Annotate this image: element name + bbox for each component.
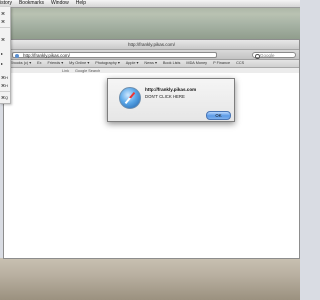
bookmark-item[interactable]: My Online ▾	[69, 60, 89, 67]
submenu-arrow[interactable]: ▸	[1, 51, 3, 56]
menu-separator	[0, 27, 10, 28]
menu-shortcut[interactable]: ⌘H	[1, 83, 8, 88]
menu-history[interactable]: istory	[0, 0, 12, 7]
browser-window: http://frankly.pikas.com/ http://frankly…	[3, 39, 300, 259]
menu-dropdown: ⌘ ⌘ ⌘ ▸ ▸ ⌘H ⌘H ⌘Q	[0, 7, 11, 104]
bookmark-item[interactable]: Ex	[37, 60, 41, 67]
compass-needle	[124, 91, 136, 105]
window-title: http://frankly.pikas.com/	[4, 40, 299, 50]
bookmark-item[interactable]: CCS	[236, 60, 244, 67]
menu-bookmarks[interactable]: Bookmarks	[19, 0, 44, 7]
submenu-arrow[interactable]: ▸	[1, 61, 3, 66]
menu-separator	[0, 91, 10, 92]
menu-shortcut[interactable]: ⌘H	[1, 75, 8, 80]
bookmark-item[interactable]: Ebooks (c) ▾	[10, 60, 31, 67]
bookmark-item[interactable]: Apple ▾	[126, 60, 139, 67]
bookmark-item[interactable]: Photography ▾	[95, 60, 120, 67]
menu-shortcut[interactable]: ⌘Q	[1, 95, 8, 100]
desktop-wallpaper-bottom	[0, 258, 300, 300]
bookmark-item[interactable]: Friends ▾	[48, 60, 64, 67]
safari-compass-icon	[119, 87, 141, 109]
site-icon	[15, 53, 19, 58]
ok-button[interactable]: OK	[206, 111, 231, 120]
bookmark-item[interactable]: News ▾	[144, 60, 156, 67]
menu-shortcut[interactable]: ⌘	[1, 11, 5, 16]
bookmark-item[interactable]: Book Lists	[163, 60, 181, 67]
dialog-message: DON'T CLICK HERE	[145, 94, 185, 99]
menu-shortcut[interactable]: ⌘	[1, 19, 5, 24]
bookmarks-bar: Ebooks (c) ▾ Ex Friends ▾ My Online ▾ Ph…	[4, 60, 299, 68]
search-icon	[255, 54, 260, 59]
browser-toolbar: http://frankly.pikas.com/ Google	[4, 50, 299, 60]
menu-help[interactable]: Help	[76, 0, 86, 7]
dialog-title: http://frankly.pikas.com	[145, 87, 197, 92]
alert-dialog: http://frankly.pikas.com DON'T CLICK HER…	[107, 78, 235, 122]
search-placeholder: Google	[260, 52, 275, 58]
menu-window[interactable]: Window	[51, 0, 69, 7]
bookmark-item[interactable]: P Finance	[213, 60, 230, 67]
menu-bar: istory Bookmarks Window Help	[0, 0, 300, 8]
menu-shortcut[interactable]: ⌘	[1, 37, 5, 42]
bookmark-item[interactable]: MDA Money	[186, 60, 207, 67]
address-text: http://frankly.pikas.com/	[23, 52, 70, 58]
address-bar[interactable]: http://frankly.pikas.com/	[12, 51, 217, 58]
search-input[interactable]: Google	[252, 51, 296, 59]
